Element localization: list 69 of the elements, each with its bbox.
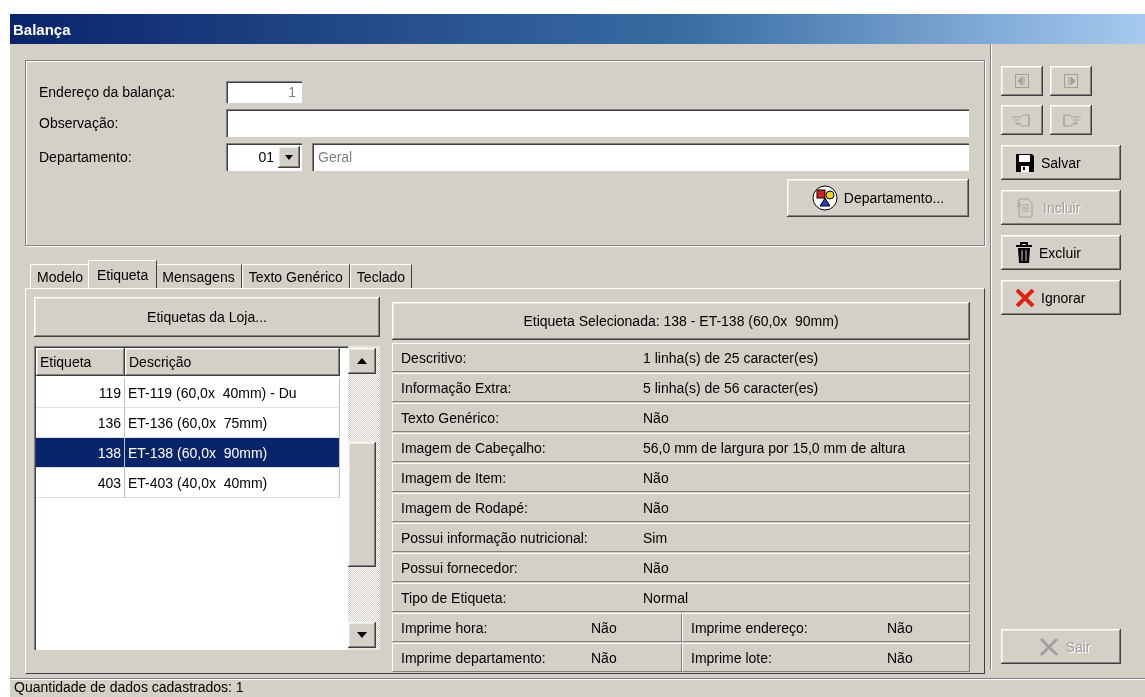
tab[interactable]: Teclado (349, 264, 413, 288)
window-title: Balança (10, 14, 1145, 44)
detail-label: Imagem de Rodapé: (401, 499, 529, 516)
table-cell: 403 (36, 468, 125, 498)
next-icon (1064, 74, 1078, 88)
close-icon (1015, 288, 1035, 307)
scroll-up-icon[interactable] (348, 348, 376, 374)
input-field[interactable]: Geral (312, 143, 969, 171)
scroll-thumb[interactable] (348, 442, 376, 567)
detail-label: Imprime lote: (691, 649, 773, 666)
status-bar: Quantidade de dados cadastrados: 1 (10, 678, 1145, 697)
list-row[interactable]: 119 ET-119 (60,0x 40mm) - Du (36, 378, 348, 408)
input-field[interactable] (226, 109, 969, 137)
detail-label: Imprime endereço: (691, 619, 809, 636)
tab[interactable]: Texto Genérico (241, 264, 350, 288)
tab[interactable]: Modelo (30, 264, 90, 288)
toolbar-button[interactable]: Salvar (1001, 145, 1121, 180)
tab[interactable]: Etiqueta (87, 260, 158, 288)
table-cell: ET-403 (40,0x 40mm) (125, 468, 340, 498)
detail-label: Imprime departamento: (401, 649, 547, 666)
table-cell: ET-138 (60,0x 90mm) (125, 438, 340, 468)
detail-value: Não (643, 499, 669, 516)
detail-label: Tipo de Etiqueta: (401, 589, 508, 606)
detail-label: Possui fornecedor: (401, 559, 519, 576)
field-label: Endereço da balança: (39, 84, 177, 100)
previous-icon (1015, 74, 1029, 88)
detail-label: Texto Genérico: (401, 409, 501, 426)
field-label: Departamento: (39, 149, 133, 165)
scroll-down-icon[interactable] (348, 622, 376, 648)
store-labels-button[interactable]: Etiquetas da Loja... (34, 297, 380, 337)
detail-value: Não (643, 409, 669, 426)
detail-value: Normal (643, 589, 689, 606)
detail-label: Possui informação nutricional: (401, 529, 589, 546)
column-header[interactable]: Etiqueta (36, 348, 125, 376)
dropdown[interactable]: 01 (226, 143, 302, 171)
detail-value: Sim (643, 529, 668, 546)
department-button[interactable]: Departamento... (787, 179, 969, 217)
detail-label: Imagem de Item: (401, 469, 508, 486)
pointing-hand-icon (1060, 113, 1082, 127)
detail-value: Não (887, 649, 913, 666)
detail-label: Imagem de Cabeçalho: (401, 439, 547, 456)
detail-value: Não (887, 619, 913, 636)
list-row[interactable]: 138 ET-138 (60,0x 90mm) (36, 438, 348, 468)
field-label: Observação: (39, 115, 120, 131)
list-row[interactable]: 403 ET-403 (40,0x 40mm) (36, 468, 348, 498)
scrollbar[interactable] (348, 346, 380, 650)
detail-value: 56,0 mm de largura por 15,0 mm de altura (643, 439, 906, 456)
detail-value: Não (591, 649, 617, 666)
pointing-hand-icon (1011, 113, 1033, 127)
close-icon (1037, 635, 1060, 658)
selected-label-button[interactable]: Etiqueta Selecionada: 138 - ET-138 (60,0x 90mm) (392, 302, 970, 340)
detail-label: Descritivo: (401, 349, 468, 366)
table-cell: 119 (36, 378, 125, 408)
toolbar-button[interactable]: Excluir (1001, 235, 1121, 270)
detail-value: 1 linha(s) de 25 caracter(es) (643, 349, 819, 366)
column-header[interactable]: Descrição (125, 348, 340, 376)
table-cell: ET-119 (60,0x 40mm) - Du (125, 378, 340, 408)
detail-value: Não (643, 559, 669, 576)
toolbar-button[interactable]: Ignorar (1001, 280, 1121, 315)
detail-value: Não (591, 619, 617, 636)
trash-can-icon (1015, 241, 1033, 264)
table-cell: 138 (36, 438, 125, 468)
tab[interactable]: Mensagens (155, 264, 242, 288)
detail-value: 5 linha(s) de 56 caracter(es) (643, 379, 819, 396)
input-field[interactable]: 1 (226, 81, 302, 103)
detail-label: Informação Extra: (401, 379, 513, 396)
detail-value: Não (643, 469, 669, 486)
shapes-icon (811, 185, 838, 211)
detail-label: Imprime hora: (401, 619, 489, 636)
